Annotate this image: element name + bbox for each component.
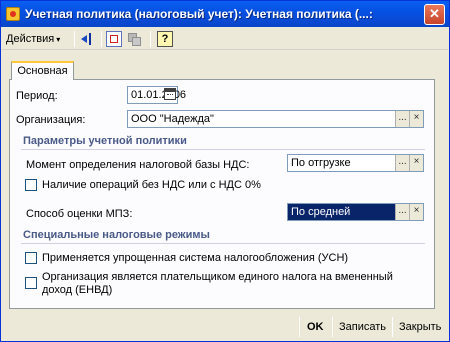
footer-separator <box>332 317 333 337</box>
organization-select-button[interactable]: ... <box>395 111 409 127</box>
save-button[interactable]: Записать <box>339 320 386 334</box>
move-to-start-icon[interactable] <box>80 31 96 47</box>
nds-moment-clear-button[interactable]: × <box>409 155 423 171</box>
group-title-special-regimes: Специальные налоговые режимы <box>23 229 210 241</box>
toolbar-separator <box>150 31 151 47</box>
copy-icon[interactable] <box>126 31 142 47</box>
no-nds-ops-label: Наличие операций без НДС или с НДС 0% <box>42 179 261 191</box>
envd-label-line2: доход (ЕНВД) <box>42 284 113 296</box>
nds-moment-value: По отгрузке <box>291 157 351 169</box>
organization-input[interactable]: ООО "Надежда" ... × <box>127 110 424 128</box>
toolbar: Действия ▾ ? <box>2 28 448 50</box>
envd-checkbox[interactable] <box>25 277 37 289</box>
toolbar-separator <box>101 31 102 47</box>
mpz-clear-button[interactable]: × <box>409 204 423 220</box>
dialog-footer: OK Записать Закрыть <box>2 314 448 340</box>
mpz-select[interactable]: По средней ... × <box>287 203 424 221</box>
mpz-value: По средней <box>291 206 351 218</box>
nds-moment-select[interactable]: По отгрузке ... × <box>287 154 424 172</box>
group-title-accounting-policy: Параметры учетной политики <box>23 135 187 147</box>
help-icon[interactable]: ? <box>157 31 173 47</box>
group-divider <box>21 149 425 150</box>
usn-checkbox[interactable] <box>25 252 37 264</box>
chevron-down-icon: ▾ <box>56 35 61 44</box>
usn-label: Применяется упрощенная система налогообл… <box>42 252 349 264</box>
structure-icon[interactable] <box>106 31 122 47</box>
close-button[interactable]: Закрыть <box>399 320 441 334</box>
window-title: Учетная политика (налоговый учет): Учетн… <box>25 7 373 21</box>
app-icon <box>6 7 20 21</box>
toolbar-separator <box>74 31 75 47</box>
period-value: 01.01.2006 <box>131 89 187 101</box>
ok-button[interactable]: OK <box>307 320 324 334</box>
title-bar[interactable]: Учетная политика (налоговый учет): Учетн… <box>1 1 449 27</box>
tab-main[interactable]: Основная <box>11 61 74 80</box>
calendar-icon[interactable] <box>164 88 176 100</box>
period-label: Период: <box>16 90 58 102</box>
close-window-button[interactable]: ✕ <box>424 4 445 25</box>
nds-moment-select-button[interactable]: ... <box>395 155 409 171</box>
group-divider <box>21 243 425 244</box>
dialog-window: Учетная политика (налоговый учет): Учетн… <box>0 0 450 342</box>
organization-clear-button[interactable]: × <box>409 111 423 127</box>
footer-separator <box>299 317 300 337</box>
organization-label: Организация: <box>16 114 86 126</box>
mpz-label: Способ оценки МПЗ: <box>26 208 133 220</box>
mpz-select-button[interactable]: ... <box>395 204 409 220</box>
footer-separator <box>392 317 393 337</box>
actions-menu-button[interactable]: Действия ▾ <box>6 31 60 47</box>
envd-label-line1: Организация является плательщиком единог… <box>42 271 393 283</box>
actions-menu-label: Действия <box>6 33 55 45</box>
nds-moment-label: Момент определения налоговой базы НДС: <box>26 159 250 171</box>
organization-value: ООО "Надежда" <box>131 113 214 125</box>
no-nds-ops-checkbox[interactable] <box>25 179 37 191</box>
